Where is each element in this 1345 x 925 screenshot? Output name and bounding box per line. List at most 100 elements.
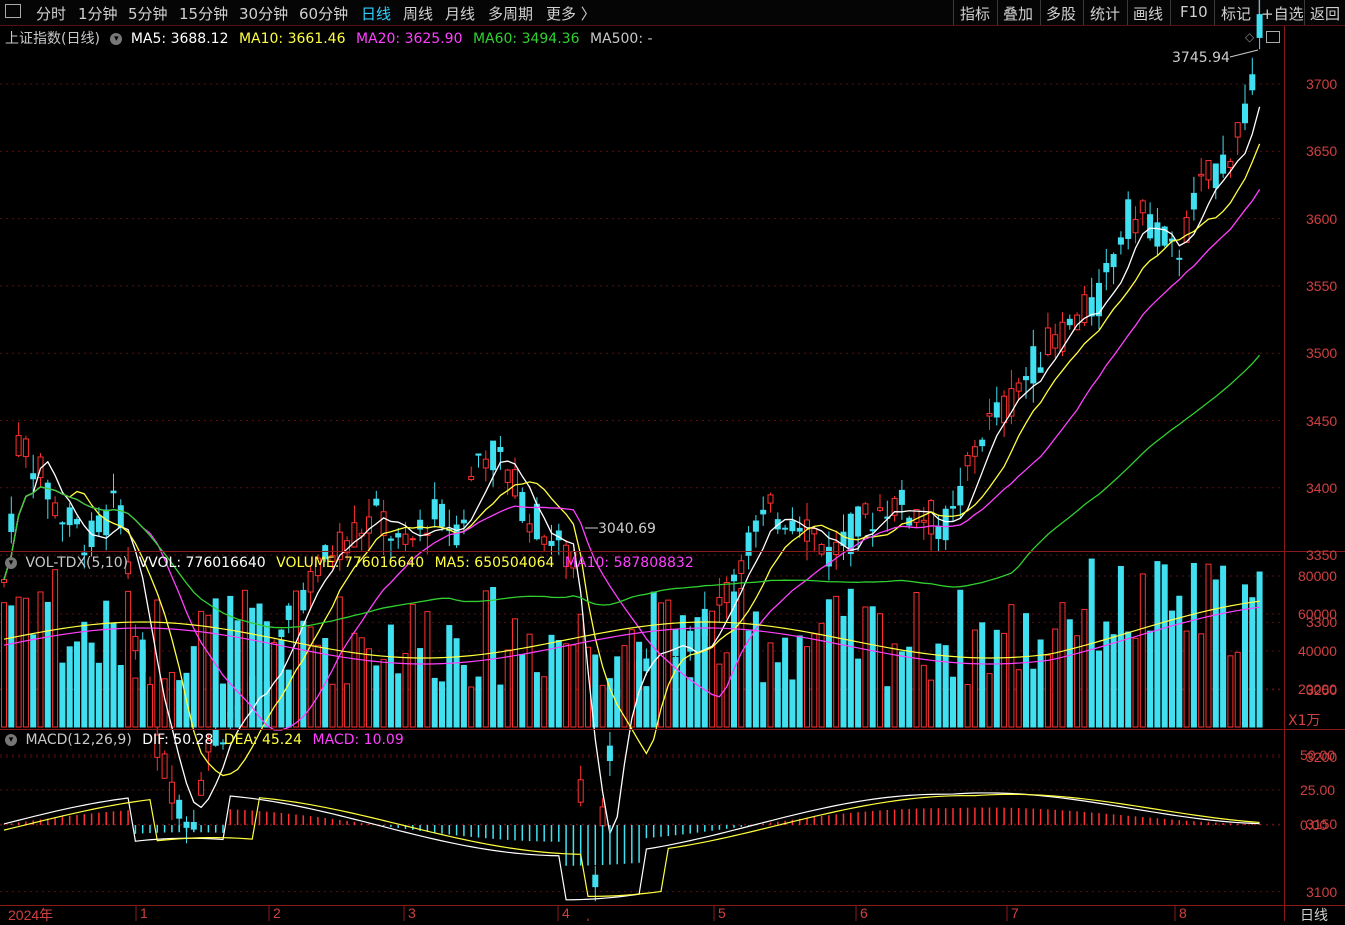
volume-bar bbox=[220, 683, 226, 728]
volume-bar bbox=[971, 629, 978, 728]
volume-bar bbox=[22, 597, 29, 728]
dropdown-icon[interactable]: ▾ bbox=[110, 33, 123, 45]
volume-bar bbox=[519, 653, 526, 728]
candle-body bbox=[307, 571, 314, 593]
ma10-value: 3661.46 bbox=[287, 31, 346, 47]
candle-body bbox=[512, 469, 518, 497]
candle-body bbox=[526, 523, 533, 533]
dea-value: 45.24 bbox=[261, 732, 303, 748]
ma5-label: MA5: bbox=[130, 31, 167, 47]
volume-bar bbox=[1220, 565, 1227, 728]
volume-bar bbox=[66, 646, 73, 728]
volume-bar bbox=[898, 651, 905, 728]
price-tick: 3700 bbox=[1306, 76, 1338, 92]
candle-body bbox=[1176, 257, 1183, 260]
vvol-value: 776016640 bbox=[185, 555, 266, 571]
candle-body bbox=[862, 503, 869, 515]
candle-body bbox=[738, 560, 745, 574]
kline-chart[interactable] bbox=[0, 0, 1345, 921]
index-title: 上证指数(日线) bbox=[5, 31, 100, 47]
dif-label: DIF: bbox=[142, 732, 169, 748]
candle-body bbox=[767, 494, 774, 504]
candle-body bbox=[8, 513, 15, 532]
ma20-label: MA20: bbox=[355, 31, 401, 47]
volume-bar bbox=[563, 643, 570, 728]
volume-dropdown-icon[interactable]: ▾ bbox=[5, 557, 17, 569]
volume-bar bbox=[132, 677, 139, 728]
candle-body bbox=[74, 519, 80, 525]
macd-label: MACD: bbox=[312, 732, 360, 748]
diamond-icon[interactable]: ◇ bbox=[1245, 30, 1254, 44]
volume-bar bbox=[789, 679, 796, 728]
candle-body bbox=[877, 507, 883, 511]
volume-bar bbox=[957, 589, 964, 728]
volume-bar bbox=[599, 684, 606, 728]
main-info-bar: 上证指数(日线) ▾ MA5: 3688.12 MA10: 3661.46 MA… bbox=[5, 28, 653, 48]
candle-body bbox=[599, 806, 606, 827]
volume-value: 776016640 bbox=[343, 555, 425, 571]
candle-body bbox=[818, 543, 825, 555]
candle-body bbox=[533, 503, 540, 540]
volume-bar bbox=[687, 677, 694, 728]
volume-tick: 60000 bbox=[1298, 605, 1337, 622]
candle-body bbox=[22, 438, 29, 458]
volume-bar bbox=[979, 622, 986, 728]
volume-bar bbox=[1169, 610, 1175, 728]
candle-body bbox=[387, 538, 394, 541]
volume-bar bbox=[88, 642, 95, 728]
volume-bar bbox=[555, 640, 562, 728]
candle-body bbox=[103, 509, 110, 536]
candle-body bbox=[752, 520, 759, 532]
window-toggle-icon[interactable] bbox=[1266, 31, 1280, 43]
candle-body bbox=[1154, 222, 1161, 247]
price-tick: 3450 bbox=[1306, 412, 1338, 429]
candle-body bbox=[1125, 199, 1132, 239]
volume-bar bbox=[1096, 650, 1102, 728]
candle-body bbox=[1220, 154, 1227, 174]
month-label: 4 bbox=[562, 905, 570, 921]
candle-body bbox=[592, 874, 599, 888]
volume-bar bbox=[314, 644, 321, 728]
volume-bar bbox=[329, 683, 336, 728]
month-label: 6 bbox=[860, 905, 868, 921]
volume-bar bbox=[862, 606, 869, 728]
volume-bar bbox=[606, 678, 613, 728]
volume-bar bbox=[906, 646, 913, 728]
volume-bar bbox=[431, 677, 438, 728]
volume-bar bbox=[1001, 632, 1008, 728]
candle-body bbox=[1234, 122, 1241, 138]
candle-body bbox=[716, 596, 723, 606]
month-label: 5 bbox=[718, 905, 726, 921]
vvol-label: VVOL: bbox=[138, 555, 182, 571]
volume-bar bbox=[110, 622, 117, 728]
price-tick: 3400 bbox=[1306, 479, 1338, 496]
candle-body bbox=[468, 475, 475, 480]
candle-body bbox=[1, 579, 7, 583]
volume-bar bbox=[74, 641, 80, 728]
volume-bar bbox=[833, 595, 840, 728]
candle-body bbox=[1132, 219, 1139, 234]
volume-bar bbox=[840, 615, 847, 728]
candle-body bbox=[1249, 74, 1256, 91]
volume-bar bbox=[1154, 561, 1161, 728]
price-tick: 3500 bbox=[1306, 345, 1338, 362]
volume-bar bbox=[993, 629, 1000, 728]
volume-bar bbox=[1139, 573, 1146, 728]
candle-body bbox=[1117, 237, 1124, 245]
candle-body bbox=[760, 509, 767, 515]
candle-body bbox=[1103, 263, 1110, 273]
volume-bar bbox=[942, 645, 949, 728]
macd-dropdown-icon[interactable]: ▾ bbox=[5, 734, 17, 746]
volume-bar bbox=[1212, 579, 1219, 728]
candle-body bbox=[971, 446, 978, 457]
candle-body bbox=[979, 439, 986, 447]
candle-body bbox=[723, 581, 730, 604]
volume-bar bbox=[701, 616, 708, 728]
volume-bar bbox=[44, 601, 51, 728]
volume-bar bbox=[811, 633, 818, 728]
volume-bar bbox=[760, 682, 767, 728]
volume-bar bbox=[884, 686, 891, 728]
volume-bar bbox=[1227, 655, 1234, 728]
volume-bar bbox=[37, 591, 44, 728]
volume-bar bbox=[402, 652, 409, 728]
